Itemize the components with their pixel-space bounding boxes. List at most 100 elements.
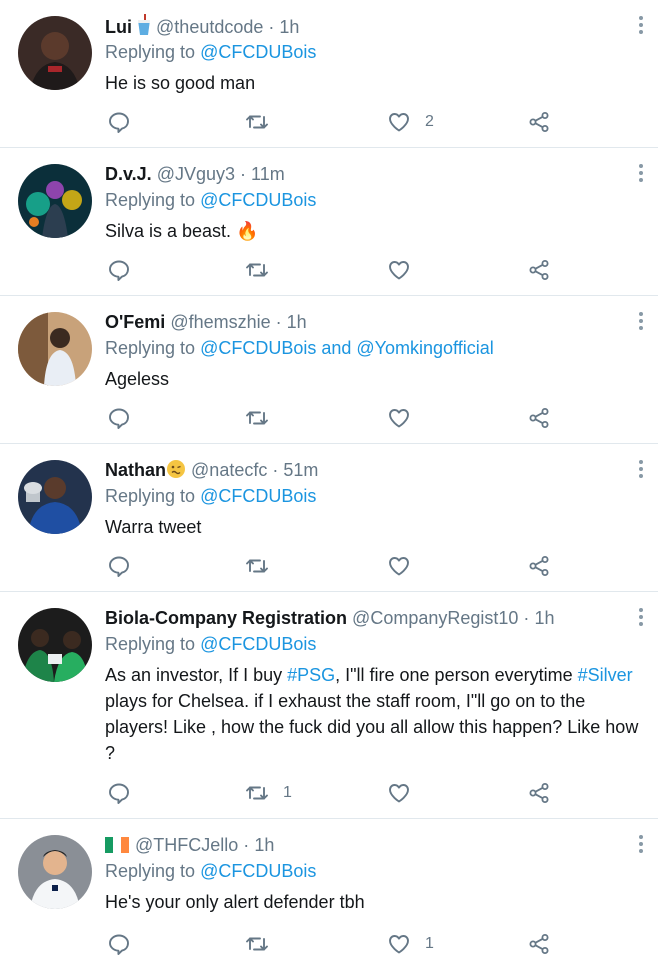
user-handle[interactable]: @natecfc: [191, 460, 267, 480]
tweet-text: He is so good man: [105, 73, 256, 93]
tweet[interactable]: O'Femi @fhemszhie · 1h Replying to @CFCD…: [0, 296, 658, 444]
share-icon: [529, 783, 549, 803]
retweet-button[interactable]: [245, 553, 283, 579]
display-name[interactable]: D.v.J.: [105, 164, 152, 184]
share-icon: [529, 260, 549, 280]
replying-to-link[interactable]: @CFCDUBois: [200, 861, 316, 881]
replying-to: Replying to @CFCDUBois: [105, 859, 316, 883]
share-button[interactable]: [527, 780, 551, 806]
reply-button[interactable]: [107, 257, 131, 283]
tweet[interactable]: Biola-Company Registration @CompanyRegis…: [0, 592, 658, 819]
like-button[interactable]: [387, 257, 425, 283]
share-button[interactable]: [527, 931, 551, 957]
timestamp[interactable]: 1h: [254, 835, 274, 855]
reply-icon: [109, 260, 129, 281]
display-name[interactable]: O'Femi: [105, 312, 165, 332]
like-button[interactable]: [387, 780, 425, 806]
retweet-icon: [246, 115, 268, 129]
timestamp[interactable]: 1h: [534, 608, 554, 628]
retweet-button[interactable]: [245, 109, 283, 135]
replying-to-label: Replying to: [105, 190, 196, 210]
tweet-text: Ageless: [105, 369, 170, 389]
replying-to-link[interactable]: @CFCDUBois and @Yomkingofficial: [200, 338, 494, 358]
reply-icon: [109, 934, 129, 955]
avatar[interactable]: [18, 16, 92, 90]
tweet-actions: [105, 405, 565, 431]
separator-dot: ·: [243, 835, 250, 855]
user-handle[interactable]: @fhemszhie: [170, 312, 270, 332]
reply-button[interactable]: [107, 553, 131, 579]
replying-to-label: Replying to: [105, 338, 196, 358]
share-button[interactable]: [527, 257, 551, 283]
user-handle[interactable]: @THFCJello: [135, 835, 238, 855]
more-vertical-icon[interactable]: [636, 833, 646, 853]
tweet-actions: 2: [105, 109, 565, 135]
replying-to: Replying to @CFCDUBois and @Yomkingoffic…: [105, 336, 494, 360]
user-handle[interactable]: @JVguy3: [157, 164, 235, 184]
more-vertical-icon[interactable]: [636, 14, 646, 34]
tweet-header: D.v.J. @JVguy3 · 11m: [105, 162, 285, 186]
ireland-flag-emoji: [105, 835, 129, 853]
tweet[interactable]: Lui @theutdcode · 1h Replying to @CFCDUB…: [0, 0, 658, 148]
more-vertical-icon[interactable]: [636, 162, 646, 182]
share-icon: [529, 934, 549, 954]
like-button[interactable]: [387, 405, 425, 431]
reply-button[interactable]: [107, 405, 131, 431]
reply-button[interactable]: [107, 109, 131, 135]
retweet-icon: [246, 263, 268, 277]
replying-to-link[interactable]: @CFCDUBois: [200, 190, 316, 210]
avatar[interactable]: [18, 460, 92, 534]
heart-icon: [389, 409, 409, 428]
hashtag-link[interactable]: #Silver: [578, 665, 633, 685]
avatar[interactable]: [18, 608, 92, 682]
retweet-button[interactable]: [245, 405, 283, 431]
avatar[interactable]: [18, 312, 92, 386]
heart-icon: [389, 784, 409, 803]
tweet-header: Biola-Company Registration @CompanyRegis…: [105, 606, 554, 630]
tweet[interactable]: D.v.J. @JVguy3 · 11m Replying to @CFCDUB…: [0, 148, 658, 296]
user-handle[interactable]: @CompanyRegist10: [352, 608, 518, 628]
separator-dot: ·: [272, 460, 279, 480]
retweet-icon: [246, 786, 268, 800]
share-button[interactable]: [527, 405, 551, 431]
retweet-button[interactable]: 1: [245, 780, 292, 806]
like-button[interactable]: 2: [387, 109, 434, 135]
avatar[interactable]: [18, 835, 92, 909]
more-vertical-icon[interactable]: [636, 310, 646, 330]
like-button[interactable]: [387, 553, 425, 579]
like-button[interactable]: 1: [387, 931, 434, 957]
share-button[interactable]: [527, 109, 551, 135]
replying-to-link[interactable]: @CFCDUBois: [200, 486, 316, 506]
tweet[interactable]: Nathan @natecfc · 51m Replying to @CFCDU…: [0, 444, 658, 592]
timestamp[interactable]: 51m: [283, 460, 318, 480]
replying-to-link[interactable]: @CFCDUBois: [200, 634, 316, 654]
heart-icon: [389, 113, 409, 132]
retweet-button[interactable]: [245, 931, 283, 957]
timestamp[interactable]: 11m: [251, 164, 285, 184]
tweet-header: O'Femi @fhemszhie · 1h: [105, 310, 307, 334]
timestamp[interactable]: 1h: [287, 312, 307, 332]
separator-dot: ·: [268, 17, 275, 37]
avatar[interactable]: [18, 164, 92, 238]
reply-button[interactable]: [107, 780, 131, 806]
tweet-text: He's your only alert defender tbh: [105, 892, 365, 912]
heart-icon: [389, 557, 409, 576]
share-button[interactable]: [527, 553, 551, 579]
more-vertical-icon[interactable]: [636, 606, 646, 626]
replying-to: Replying to @CFCDUBois: [105, 484, 316, 508]
reply-button[interactable]: [107, 931, 131, 957]
timestamp[interactable]: 1h: [279, 17, 299, 37]
retweet-button[interactable]: [245, 257, 283, 283]
display-name[interactable]: Lui: [105, 17, 132, 37]
user-handle[interactable]: @theutdcode: [156, 17, 263, 37]
more-vertical-icon[interactable]: [636, 458, 646, 478]
hashtag-link[interactable]: #PSG: [287, 665, 335, 685]
replying-to-link[interactable]: @CFCDUBois: [200, 42, 316, 62]
heart-icon: [389, 935, 409, 954]
replying-to: Replying to @CFCDUBois: [105, 40, 316, 64]
tweet[interactable]: @THFCJello · 1h Replying to @CFCDUBois H…: [0, 819, 658, 967]
display-name[interactable]: Nathan: [105, 460, 166, 480]
reply-icon: [109, 783, 129, 804]
display-name[interactable]: Biola-Company Registration: [105, 608, 347, 628]
reply-icon: [109, 112, 129, 133]
